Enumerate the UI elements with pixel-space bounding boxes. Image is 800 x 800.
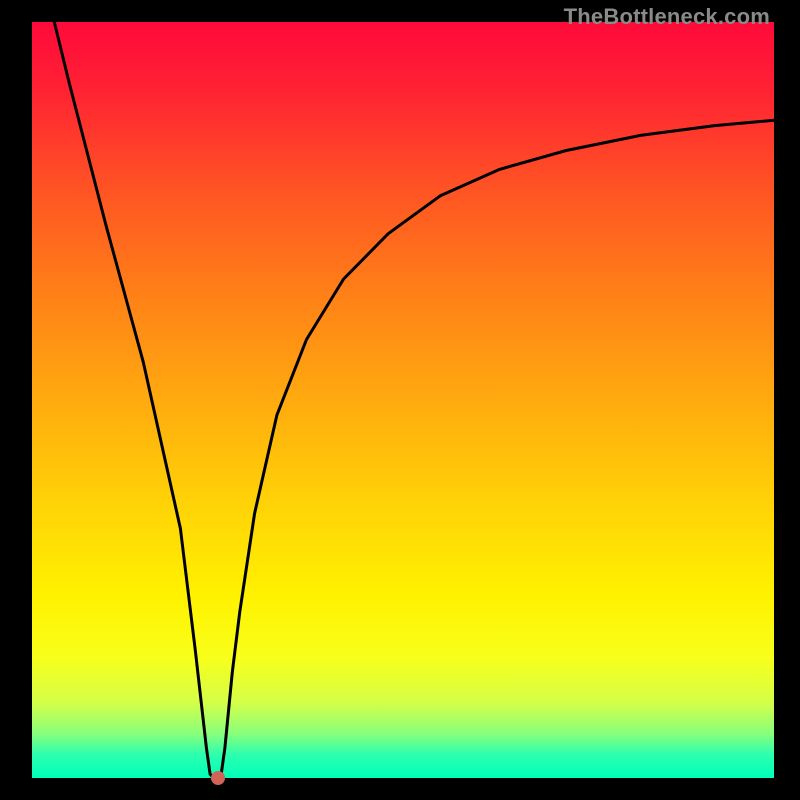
watermark-text: TheBottleneck.com [564,4,770,30]
bottleneck-curve-path [54,22,774,778]
curve-svg [32,22,774,778]
plot-area [32,22,774,778]
chart-frame: TheBottleneck.com [0,0,800,800]
optimum-marker [211,771,225,785]
